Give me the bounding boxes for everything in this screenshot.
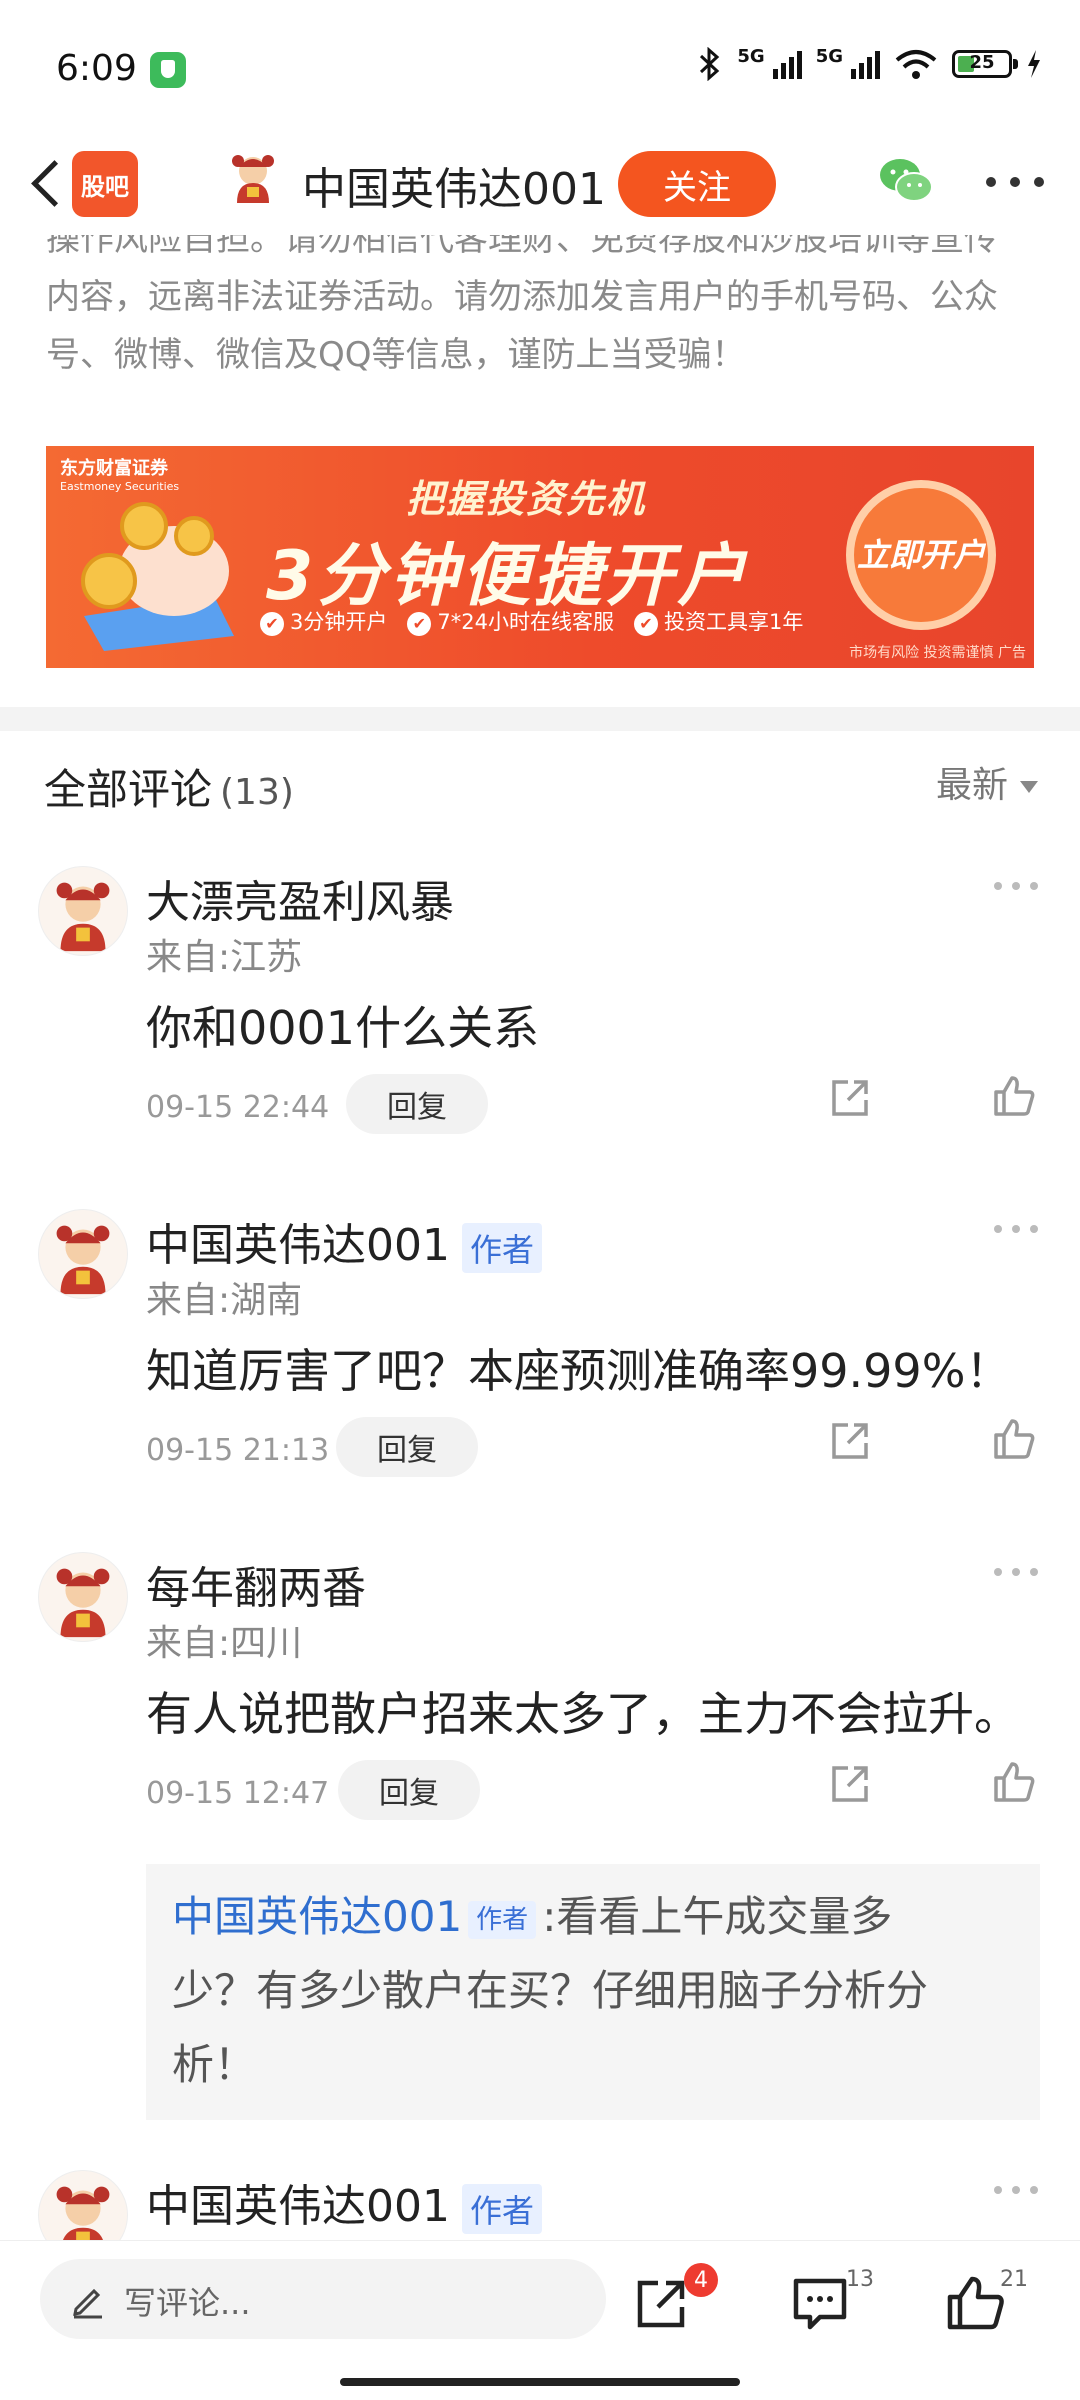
signal-icon-2 [851, 49, 880, 79]
reply-text: :看看上午成交量多 [542, 1892, 893, 1941]
comment-username[interactable]: 中国英伟达001 作者 [146, 2170, 542, 2234]
author-badge: 作者 [461, 1223, 542, 1273]
follow-button[interactable]: 关注 [618, 151, 776, 217]
author-avatar[interactable] [225, 149, 281, 205]
thumbs-up-icon[interactable] [946, 2275, 1006, 2331]
network-type-1: 5G [737, 46, 765, 67]
share-count-badge: 4 [684, 2263, 718, 2297]
network-type-2: 5G [815, 46, 843, 67]
ad-headline: 3分钟便捷开户 [266, 537, 750, 616]
risk-disclaimer: 操作风险自担。请勿相信代客理财、免费荐股和炒股培训等宣传 内容，远离非法证券活动… [46, 210, 1036, 384]
comment-more-icon[interactable] [994, 2186, 1042, 2198]
comment-count: 13 [846, 2267, 874, 2292]
security-shield-icon [150, 52, 186, 88]
more-options-icon[interactable] [986, 165, 1046, 195]
user-avatar[interactable] [38, 1209, 128, 1299]
thumbs-up-icon[interactable] [992, 1417, 1036, 1461]
ad-feature: 3分钟开户 [260, 606, 387, 636]
comment-input[interactable]: 写评论... [40, 2259, 606, 2339]
reply-button[interactable]: 回复 [336, 1417, 478, 1477]
username-text: 中国英伟达001 [146, 1220, 450, 1271]
home-indicator [340, 2378, 740, 2386]
comment-more-icon[interactable] [994, 1225, 1042, 1237]
share-icon[interactable] [632, 2275, 692, 2331]
sort-dropdown[interactable]: 最新 [936, 756, 1038, 808]
thumbs-up-icon[interactable] [992, 1760, 1036, 1804]
ad-brand-name: 东方财富证券 [60, 458, 168, 479]
username-text: 中国英伟达001 [146, 2181, 450, 2232]
comments-count: (13) [220, 772, 294, 813]
author-badge: 作者 [468, 1900, 537, 1939]
username-text: 大漂亮盈利风暴 [146, 877, 454, 928]
thumbs-up-icon[interactable] [992, 1074, 1036, 1118]
reply-text: 析！ [172, 2040, 257, 2089]
comment-location: 来自:四川 [146, 1623, 303, 1664]
ad-feature: 7*24小时在线客服 [407, 606, 614, 636]
comment-input-placeholder: 写评论... [124, 2284, 251, 2322]
battery-level: 25 [969, 51, 995, 73]
section-divider [0, 707, 1080, 731]
page-title: 中国英伟达001 [302, 164, 606, 215]
ad-risk-note: 市场有风险 投资需谨慎 广告 [849, 645, 1026, 661]
username-text: 每年翻两番 [146, 1563, 366, 1614]
bluetooth-icon [700, 46, 720, 81]
comment-username[interactable]: 中国英伟达001 作者 [146, 1209, 542, 1273]
charging-icon [1028, 49, 1040, 78]
share-icon[interactable] [828, 1076, 872, 1120]
comment-text: 你和0001什么关系 [146, 1001, 540, 1055]
comment-icon[interactable] [790, 2275, 850, 2331]
share-icon[interactable] [828, 1762, 872, 1806]
wechat-share-icon[interactable] [876, 153, 936, 209]
status-time: 6:09 [56, 48, 137, 89]
ad-feature: 投资工具享1年 [634, 606, 803, 636]
back-arrow-icon[interactable] [24, 157, 74, 213]
coin-hand-illustration [81, 502, 234, 651]
nested-reply[interactable]: 中国英伟达001 作者:看看上午成交量多 少？有多少散户在买？仔细用脑子分析分 析… [146, 1864, 1040, 2120]
status-bar: 6:09 5G 5G 25 [0, 0, 1080, 135]
comment-time: 09-15 12:47 [146, 1776, 330, 1811]
comment-time: 09-15 22:44 [146, 1090, 330, 1125]
wifi-icon [895, 49, 937, 79]
user-avatar[interactable] [38, 866, 128, 956]
comment-more-icon[interactable] [994, 882, 1042, 894]
reply-button[interactable]: 回复 [338, 1760, 480, 1820]
disclaimer-line: 号、微博、微信及QQ等信息，谨防上当受骗！ [46, 335, 746, 375]
comment-more-icon[interactable] [994, 1568, 1042, 1580]
like-count: 21 [1000, 2267, 1028, 2292]
user-avatar[interactable] [38, 1552, 128, 1642]
guba-logo[interactable]: 股吧 [72, 151, 138, 217]
pencil-icon [73, 2288, 102, 2319]
signal-icon-1 [772, 49, 802, 79]
comments-title-text: 全部评论 [44, 765, 213, 814]
open-account-badge[interactable]: 立即开户 [846, 480, 996, 630]
battery-icon: 25 [952, 49, 1018, 78]
comment-username[interactable]: 每年翻两番 [146, 1552, 366, 1616]
comment-text: 知道厉害了吧？本座预测准确率99.99%！ [146, 1344, 1012, 1398]
comment-location: 来自:江苏 [146, 937, 303, 978]
comment-username[interactable]: 大漂亮盈利风暴 [146, 866, 454, 930]
status-icons: 5G 5G 25 [697, 46, 1042, 81]
reply-username[interactable]: 中国英伟达001 [172, 1892, 462, 1941]
share-icon[interactable] [828, 1419, 872, 1463]
reply-text: 少？有多少散户在买？仔细用脑子分析分 [172, 1966, 929, 2015]
comment-location: 来自:湖南 [146, 1280, 303, 1321]
reply-button[interactable]: 回复 [346, 1074, 488, 1134]
ad-features: 3分钟开户 7*24小时在线客服 投资工具享1年 [260, 606, 803, 636]
disclaimer-line: 内容，远离非法证券活动。请勿添加发言用户的手机号码、公众 [46, 277, 998, 317]
bottom-action-bar: 写评论... 4 13 21 [0, 2240, 1080, 2400]
ad-tagline: 把握投资先机 [406, 477, 647, 521]
comment-time: 09-15 21:13 [146, 1433, 330, 1468]
ad-banner[interactable]: 东方财富证券 Eastmoney Securities 把握投资先机 3分钟便捷开… [46, 446, 1034, 668]
author-badge: 作者 [461, 2184, 542, 2234]
comments-title: 全部评论 (13) [44, 756, 294, 817]
top-nav-bar: 股吧 中国英伟达001 关注 [0, 135, 1080, 235]
comment-text: 有人说把散户招来太多了，主力不会拉升。 [146, 1687, 1020, 1741]
